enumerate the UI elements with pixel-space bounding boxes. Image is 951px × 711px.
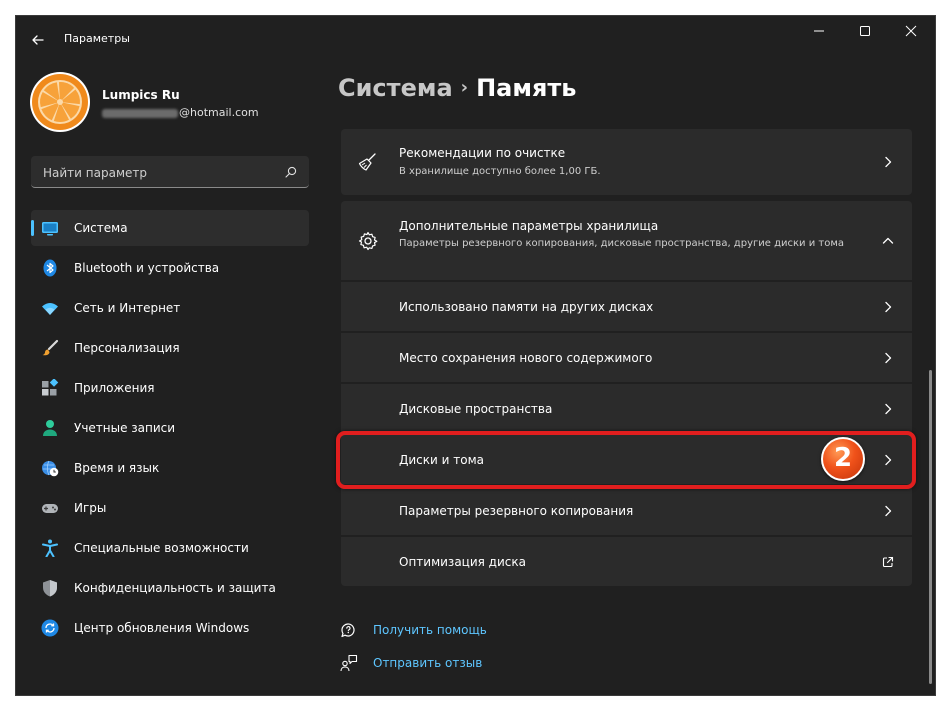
sidebar-item-time-language[interactable]: Время и язык: [31, 450, 309, 486]
app-title: Параметры: [64, 32, 130, 45]
sidebar-item-label: Специальные возможности: [74, 541, 249, 555]
advanced-storage-title: Дополнительные параметры хранилища: [399, 219, 659, 233]
apps-icon: [42, 379, 59, 396]
cleanup-recommendations-card[interactable]: Рекомендации по очистке В хранилище дост…: [341, 129, 912, 195]
breadcrumb: Система › Память: [338, 74, 576, 102]
advanced-storage-settings-header[interactable]: Дополнительные параметры хранилища Парам…: [341, 201, 912, 280]
search-input[interactable]: [41, 163, 265, 183]
sidebar-item-label: Учетные записи: [74, 421, 176, 435]
drive-optimization-item[interactable]: Оптимизация диска: [341, 537, 912, 586]
back-button[interactable]: [26, 28, 50, 52]
send-feedback-link[interactable]: Отправить отзыв: [340, 652, 640, 674]
broom-icon: [358, 153, 376, 171]
sidebar-item-apps[interactable]: Приложения: [31, 370, 309, 406]
minimize-button[interactable]: [796, 16, 842, 46]
sub-item-label: Параметры резервного копирования: [399, 504, 634, 518]
new-content-save-location-item[interactable]: Место сохранения нового содержимого: [341, 333, 912, 382]
sidebar-item-system[interactable]: Система: [31, 210, 309, 246]
user-email: @hotmail.com: [102, 106, 259, 119]
sidebar-item-bluetooth[interactable]: Bluetooth и устройства: [31, 250, 309, 286]
breadcrumb-separator: ›: [460, 77, 469, 98]
bluetooth-icon: [43, 259, 57, 277]
other-drives-usage-item[interactable]: Использовано памяти на других дисках: [341, 282, 912, 331]
chevron-right-icon: [885, 301, 892, 313]
help-icon: [341, 623, 355, 638]
sub-item-label: Использовано памяти на других дисках: [399, 300, 654, 314]
chevron-right-icon: [885, 403, 892, 415]
arrow-left-icon: [32, 35, 44, 45]
user-email-domain: @hotmail.com: [179, 106, 259, 119]
sidebar-item-label: Bluetooth и устройства: [74, 261, 220, 275]
search-box[interactable]: [31, 156, 309, 188]
sub-item-label: Оптимизация диска: [399, 555, 526, 569]
sidebar-item-label: Сеть и Интернет: [74, 301, 181, 315]
close-button[interactable]: [888, 16, 934, 46]
sub-item-label: Место сохранения нового содержимого: [399, 351, 653, 365]
chevron-right-icon: [885, 156, 892, 168]
sidebar-item-network[interactable]: Сеть и Интернет: [31, 290, 309, 326]
brush-icon: [42, 339, 59, 356]
minimize-icon: [814, 30, 824, 32]
vertical-scrollbar[interactable]: [929, 370, 932, 684]
sidebar-item-label: Конфиденциальность и защита: [74, 581, 276, 595]
chevron-up-icon[interactable]: [882, 235, 894, 247]
breadcrumb-parent[interactable]: Система: [338, 74, 453, 102]
blurred-email-prefix: [102, 108, 178, 118]
cleanup-title: Рекомендации по очистке: [399, 146, 566, 160]
chevron-right-icon: [885, 505, 892, 517]
sidebar-item-accessibility[interactable]: Специальные возможности: [31, 530, 309, 566]
sub-item-label: Дисковые пространства: [399, 402, 553, 416]
sidebar-item-accounts[interactable]: Учетные записи: [31, 410, 309, 446]
backup-options-item[interactable]: Параметры резервного копирования: [341, 486, 912, 535]
maximize-icon: [860, 26, 870, 36]
advanced-storage-description: Параметры резервного копирования, дисков…: [399, 238, 844, 249]
wifi-icon: [42, 303, 58, 315]
sidebar-item-privacy[interactable]: Конфиденциальность и защита: [31, 570, 309, 606]
sidebar-item-label: Время и язык: [74, 461, 160, 475]
get-help-label: Получить помощь: [373, 623, 487, 637]
gamepad-icon: [42, 504, 58, 513]
globe-clock-icon: [42, 460, 59, 477]
title-bar: Параметры: [16, 16, 935, 64]
update-icon: [41, 619, 59, 637]
annotation-step-badge: 2: [821, 437, 865, 481]
feedback-icon: [340, 654, 358, 672]
close-icon: [905, 25, 917, 37]
avatar[interactable]: [30, 72, 90, 132]
orange-slice-icon: [30, 72, 90, 132]
sidebar-item-label: Центр обновления Windows: [74, 621, 250, 635]
storage-spaces-item[interactable]: Дисковые пространства: [341, 384, 912, 433]
page-title: Память: [476, 74, 577, 102]
sidebar-item-windows-update[interactable]: Центр обновления Windows: [31, 610, 309, 646]
cleanup-description: В хранилище доступно более 1,00 ГБ.: [399, 166, 601, 177]
person-icon: [43, 420, 57, 436]
maximize-button[interactable]: [842, 16, 888, 46]
sidebar-item-label: Система: [74, 221, 128, 235]
get-help-link[interactable]: Получить помощь: [340, 619, 640, 641]
gear-icon: [358, 231, 378, 251]
monitor-icon: [42, 222, 58, 236]
external-link-icon: [882, 556, 894, 568]
sidebar-item-label: Приложения: [74, 381, 155, 395]
send-feedback-label: Отправить отзыв: [373, 656, 483, 670]
user-name: Lumpics Ru: [102, 88, 180, 102]
accessibility-icon: [42, 539, 58, 557]
settings-window: Параметры Lumpics Ru @hotmail.com Найти …: [16, 16, 935, 695]
sidebar-item-label: Игры: [74, 501, 107, 515]
search-icon[interactable]: [285, 166, 297, 178]
sidebar-item-personalization[interactable]: Персонализация: [31, 330, 309, 366]
shield-icon: [43, 580, 57, 597]
chevron-right-icon: [885, 352, 892, 364]
sidebar-item-label: Персонализация: [74, 341, 180, 355]
sidebar-item-gaming[interactable]: Игры: [31, 490, 309, 526]
